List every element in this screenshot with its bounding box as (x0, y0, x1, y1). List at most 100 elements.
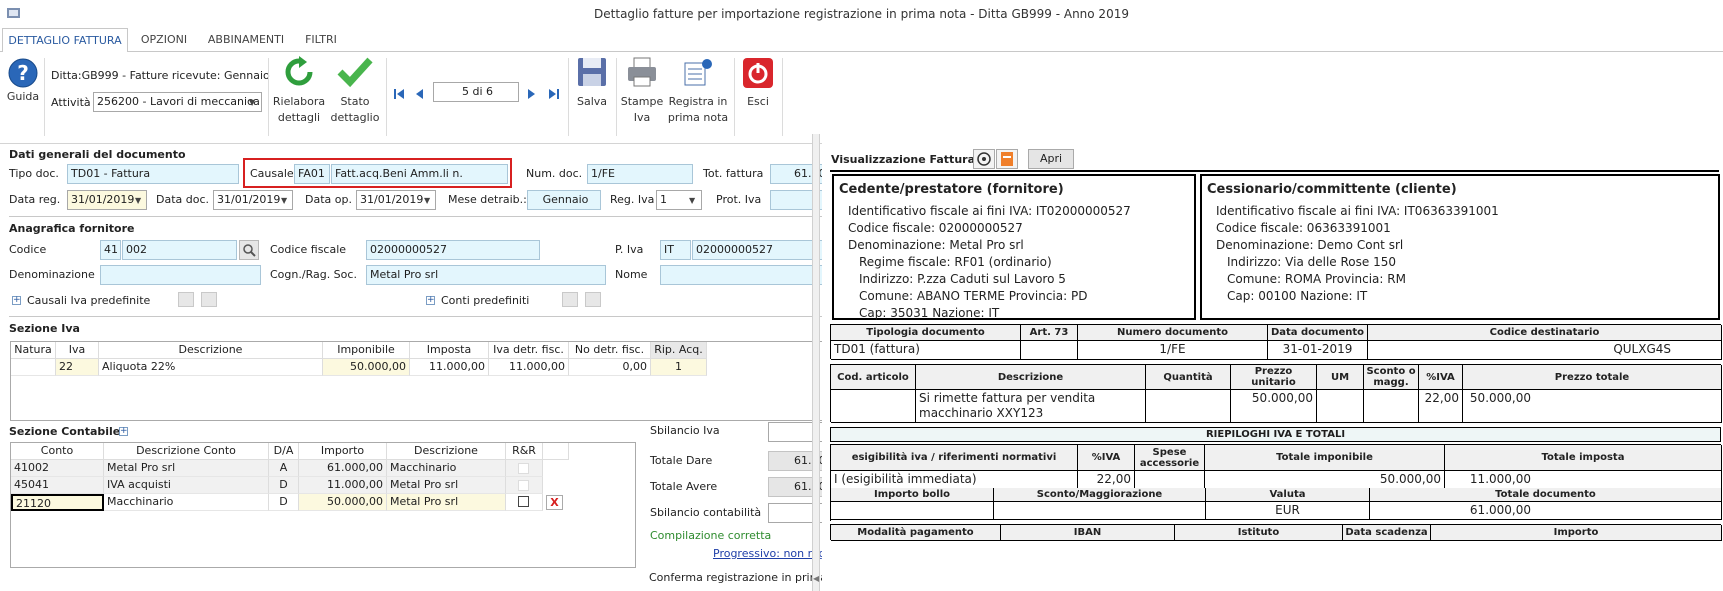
codice-fiscale-field[interactable]: 02000000527 (366, 240, 540, 260)
expand-icon[interactable]: + (426, 296, 435, 305)
t1-header: Data documento (1268, 325, 1368, 341)
table-row-cell-descrizione[interactable]: Macchinario (387, 460, 506, 477)
tab-filtri[interactable]: FILTRI (296, 28, 346, 53)
rr-checkbox[interactable] (518, 496, 529, 507)
table-row-cell-importo[interactable]: 61.000,00 (299, 460, 387, 477)
iva-cell-natura[interactable] (11, 359, 56, 376)
table-row-cell-desc[interactable]: IVA acquisti (104, 477, 269, 494)
data-reg-value: 31/01/2019 (71, 193, 135, 206)
t3-header: Totale imposta (1445, 445, 1722, 471)
help-icon: ? (8, 58, 38, 88)
iva-cell-detr[interactable]: 11.000,00 (489, 359, 569, 376)
rielabora-label-1: Rielabora (272, 95, 326, 108)
rr-checkbox[interactable] (518, 463, 529, 474)
printer-icon (628, 57, 656, 87)
iva-cell-descrizione[interactable]: Aliquota 22% (99, 359, 323, 376)
denominazione-field[interactable] (100, 265, 261, 285)
cessionario-line: Codice fiscale: 06363391001 (1216, 221, 1391, 235)
splitter[interactable]: ◀ (812, 134, 820, 591)
t3-header: esigibilità iva / riferimenti normativi (831, 445, 1078, 471)
pdf-view-button[interactable] (996, 149, 1018, 169)
cedente-line: Cap: 35031 Nazione: IT (859, 306, 1000, 320)
rr-checkbox[interactable] (518, 480, 529, 491)
tab-dettaglio-fattura[interactable]: DETTAGLIO FATTURA (2, 28, 128, 53)
causale-code-field[interactable]: FA01 (294, 164, 330, 184)
search-icon (243, 244, 256, 257)
table-row-cell-desc[interactable]: Metal Pro srl (104, 460, 269, 477)
sezione-iva-title: Sezione Iva (9, 322, 80, 335)
cogn-rag-soc-field[interactable]: Metal Pro srl (366, 265, 606, 285)
table-row-cell-conto[interactable]: 41002 (11, 460, 104, 477)
cedente-line: Codice fiscale: 02000000527 (848, 221, 1023, 235)
last-page-icon[interactable] (548, 88, 560, 100)
svg-text:?: ? (17, 61, 29, 85)
expand-icon[interactable]: + (12, 296, 21, 305)
iva-cell-iva[interactable]: 22 (56, 359, 99, 376)
iva-cell-nodetr[interactable]: 0,00 (569, 359, 651, 376)
t2-cell (831, 390, 916, 423)
mese-detraib-field[interactable]: Gennaio (527, 190, 601, 210)
codice-a-field[interactable]: 41 (100, 240, 121, 260)
prot-iva-label: Prot. Iva (716, 193, 762, 206)
table-row-cell-conto[interactable]: 45041 (11, 477, 104, 494)
table-row-cell-importo[interactable]: 50.000,00 (299, 494, 387, 511)
delete-row-button[interactable]: X (546, 495, 563, 510)
reg-iva-select[interactable]: 1 ▼ (656, 190, 702, 210)
new-doc-icon[interactable] (562, 292, 578, 307)
cedente-line: Regime fiscale: RF01 (ordinario) (859, 255, 1052, 269)
first-page-icon[interactable] (393, 88, 405, 100)
attivita-select[interactable]: 256200 - Lavori di meccanica ▼ (93, 92, 262, 112)
data-doc-field[interactable]: 31/01/2019 ▼ (213, 190, 293, 210)
next-page-icon[interactable] (527, 88, 537, 100)
iva-cell-imponibile[interactable]: 50.000,00 (323, 359, 410, 376)
stato-dettaglio-button[interactable]: Stato dettaglio (328, 54, 382, 136)
attivita-value: 256200 - Lavori di meccanica (97, 95, 260, 108)
search-button[interactable] (239, 240, 259, 260)
codice-b-field[interactable]: 002 (122, 240, 237, 260)
t1-cell: 1/FE (1078, 341, 1268, 360)
delete-icon[interactable] (585, 292, 601, 307)
registra-prima-nota-button[interactable]: Registra in prima nota (666, 54, 730, 136)
tab-bar: DETTAGLIO FATTURA OPZIONI ABBINAMENTI FI… (0, 28, 1723, 53)
t4-cell (994, 502, 1206, 520)
totale-dare-label: Totale Dare (650, 454, 713, 467)
iva-cell-imposta[interactable]: 11.000,00 (410, 359, 489, 376)
causale-desc-field[interactable]: Fatt.acq.Beni Amm.li n. (331, 164, 508, 184)
cont-header-desc-conto: Descrizione Conto (104, 443, 269, 460)
esci-button[interactable]: Esci (738, 54, 778, 114)
collapse-icon[interactable]: ◀ (813, 574, 819, 583)
table-row-cell-desc[interactable]: Macchinario (104, 494, 269, 511)
prev-page-icon[interactable] (415, 88, 425, 100)
rielabora-dettagli-button[interactable]: Rielabora dettagli (272, 54, 326, 136)
t3-header: Totale imponibile (1205, 445, 1445, 471)
t1-cell: TD01 (fattura) (831, 341, 1021, 360)
guida-button[interactable]: ? Guida (4, 55, 42, 107)
table-row-cell-conto[interactable]: 21120 (11, 494, 104, 511)
salva-button[interactable]: Salva (572, 54, 612, 114)
stampe-iva-button[interactable]: Stampe Iva (620, 54, 664, 136)
iva-cell-rip[interactable]: 1 (651, 359, 707, 376)
t1-cell (1021, 341, 1078, 360)
data-op-field[interactable]: 31/01/2019 ▼ (356, 190, 436, 210)
table-row-cell-da[interactable]: D (269, 494, 299, 511)
table-row-cell-descrizione[interactable]: Metal Pro srl (387, 494, 506, 511)
piva-country-field[interactable]: IT (660, 240, 691, 260)
t4-cell (831, 502, 994, 520)
num-doc-field[interactable]: 1/FE (587, 164, 693, 184)
table-row-cell-importo[interactable]: 11.000,00 (299, 477, 387, 494)
t2-cell: Si rimette fattura per vendita macchinar… (916, 390, 1146, 423)
data-reg-field[interactable]: 31/01/2019 ▼ (67, 190, 147, 210)
tab-opzioni[interactable]: OPZIONI (132, 28, 196, 53)
delete-icon[interactable] (201, 292, 217, 307)
new-doc-icon[interactable] (178, 292, 194, 307)
page-indicator[interactable]: 5 di 6 (433, 82, 519, 102)
tab-abbinamenti[interactable]: ABBINAMENTI (200, 28, 292, 53)
add-icon[interactable]: + (119, 427, 128, 436)
apri-button[interactable]: Apri (1028, 149, 1074, 169)
table-row-cell-da[interactable]: D (269, 477, 299, 494)
tipo-doc-field[interactable]: TD01 - Fattura (67, 164, 239, 184)
table-row-cell-da[interactable]: A (269, 460, 299, 477)
xml-view-button[interactable] (973, 149, 995, 169)
t2-header: Sconto o magg. (1364, 365, 1419, 390)
table-row-cell-descrizione[interactable]: Metal Pro srl (387, 477, 506, 494)
